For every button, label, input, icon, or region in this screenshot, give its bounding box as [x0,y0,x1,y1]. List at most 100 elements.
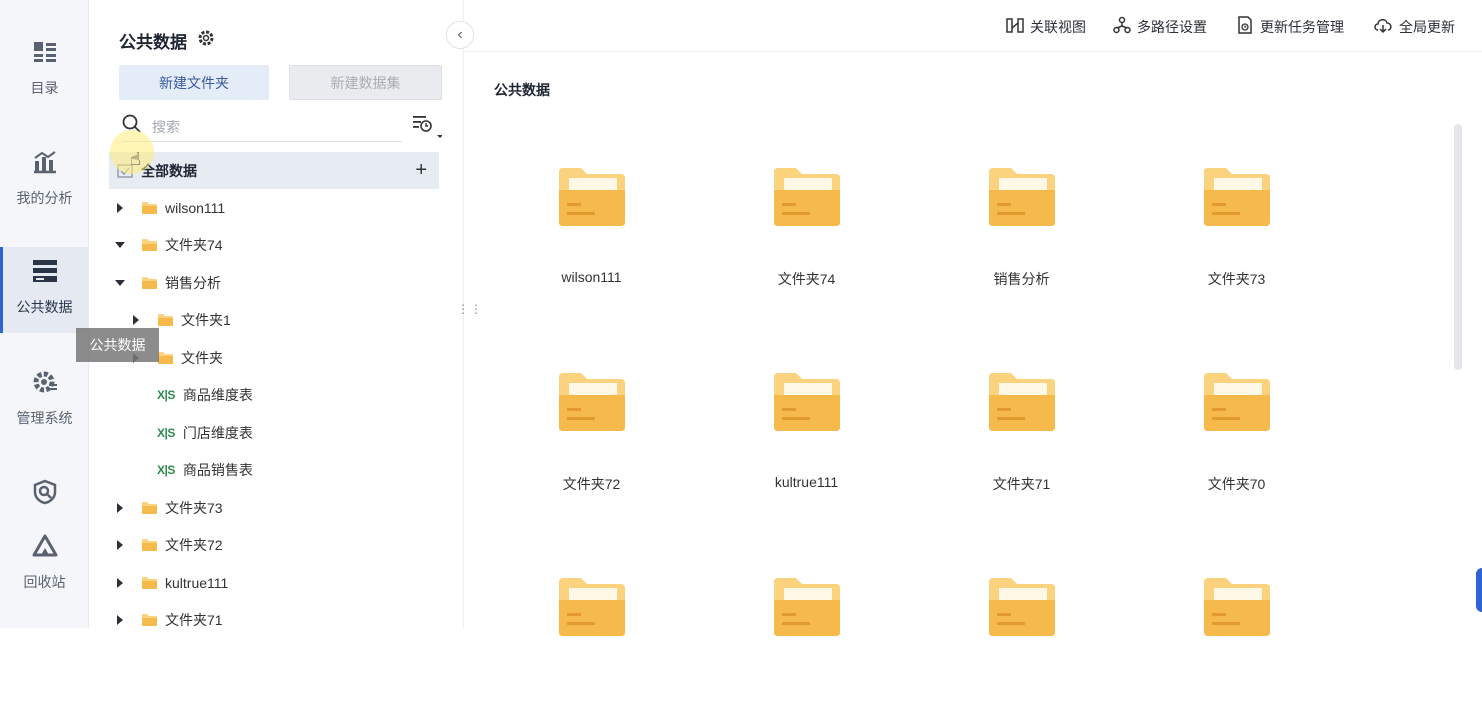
cloud-refresh-icon [1373,16,1393,37]
global-update-button[interactable]: 全局更新 [1373,16,1455,37]
filter-clock-icon [412,113,443,144]
tree-row[interactable]: 文件夹71 [109,602,439,640]
tree-row[interactable]: 文件夹72 [109,527,439,565]
caret-right-icon[interactable] [117,615,133,626]
tree-row-label: 商品维度表 [182,387,253,404]
new-dataset-button[interactable]: 新建数据集 [289,65,442,100]
rail-item-recycle[interactable]: 回收站 [0,532,89,618]
multipath-icon [1113,16,1131,37]
folder-icon [157,313,174,327]
global-update-label: 全局更新 [1399,18,1455,35]
folder-large-icon [1202,371,1272,438]
rail-label: 管理系统 [16,410,73,426]
folder-large-icon [1202,576,1272,643]
caret-down-icon[interactable] [115,242,133,249]
tree-row-label: 文件夹72 [165,537,223,554]
folder-large-icon [557,371,627,438]
folder-card-label: 文件夹70 [1207,476,1266,492]
drag-handle-icon[interactable]: ⋮⋮ [457,303,483,315]
recycle-icon [31,532,59,560]
rail-item-catalog[interactable]: 目录 [0,38,89,124]
folder-card-label: 文件夹73 [1207,271,1266,287]
rail-item-admin[interactable]: 管理系统 [0,368,89,454]
tree-row[interactable]: X|S 商品销售表 [109,452,439,490]
folder-card[interactable]: 文件夹73 [1129,166,1344,316]
folder-card[interactable]: 文件夹70 [1129,371,1344,521]
tree-row[interactable]: X|S 商品维度表 [109,377,439,415]
left-rail: 目录 我的分析 公共数据 管理系统 回收站 [0,0,89,628]
settings-gear-icon[interactable] [197,29,215,52]
filter-sort-button[interactable] [412,114,448,142]
folder-card[interactable] [914,576,1129,726]
new-folder-button[interactable]: 新建文件夹 [119,65,269,100]
caret-right-icon[interactable] [117,502,133,513]
task-doc-icon [1236,16,1254,37]
tree-root-all-data[interactable]: 全部数据 + [109,152,439,189]
folder-icon [141,238,158,252]
folder-icon [141,276,158,290]
floating-widget[interactable] [1476,568,1482,612]
relation-view-button[interactable]: 关联视图 [1006,16,1086,37]
folder-card-label: 文件夹74 [777,271,836,287]
folder-card[interactable] [484,576,699,726]
folder-card-label: 文件夹71 [992,476,1051,492]
folder-card-label: kultrue111 [774,474,839,490]
folder-icon [141,538,158,552]
tree-row[interactable]: X|S 门店维度表 [109,414,439,452]
rail-item-public-data[interactable]: 公共数据 [0,247,89,333]
public-data-icon [31,257,59,285]
tree-row[interactable]: 文件夹73 [109,489,439,527]
rail-label: 目录 [30,80,59,96]
analysis-icon [31,148,59,176]
data-tree-panel: 公共数据 新建文件夹 新建数据集 全部数据 + wilson111 文件夹74 销售… [89,0,464,628]
tree-row-label: wilson111 [165,199,226,216]
caret-right-icon[interactable] [117,577,133,588]
caret-right-icon[interactable] [133,315,149,326]
folder-large-icon [772,371,842,438]
folder-card[interactable]: 文件夹72 [484,371,699,521]
folder-card-label: wilson111 [561,269,622,285]
tree-row[interactable]: 文件夹74 [109,227,439,265]
multipath-settings-button[interactable]: 多路径设置 [1113,16,1207,37]
xls-table-icon: X|S [157,463,175,478]
tree-row-label: 门店维度表 [182,424,253,441]
folder-card[interactable]: kultrue111 [699,371,914,521]
folder-icon [141,613,158,627]
relation-view-label: 关联视图 [1030,18,1086,35]
folder-card[interactable]: 销售分析 [914,166,1129,316]
rail-label: 回收站 [23,574,66,590]
xls-table-icon: X|S [157,425,175,440]
tree-row-label: 文件夹74 [165,237,223,254]
folder-card[interactable]: 文件夹71 [914,371,1129,521]
folder-large-icon [772,166,842,233]
tree-row[interactable]: 销售分析 [109,264,439,302]
tree-row[interactable]: wilson111 [109,189,439,227]
folder-large-icon [987,576,1057,643]
relation-view-icon [1006,16,1024,37]
tree-row-label: 销售分析 [165,274,221,291]
folder-card[interactable] [1129,576,1344,726]
tree-row-label: 商品销售表 [182,462,253,479]
folder-large-icon [557,576,627,643]
add-icon[interactable]: + [415,159,427,182]
caret-down-icon[interactable] [115,279,133,286]
folder-card[interactable]: wilson111 [484,166,699,316]
folder-card[interactable] [699,576,914,726]
rail-item-my-analysis[interactable]: 我的分析 [0,148,89,234]
catalog-icon [31,38,59,66]
folder-large-icon [987,166,1057,233]
caret-right-icon[interactable] [117,540,133,551]
folder-card-label: 销售分析 [993,271,1050,287]
scrollbar[interactable] [1454,124,1462,370]
folder-icon [141,501,158,515]
caret-right-icon[interactable] [117,202,133,213]
xls-table-icon: X|S [157,388,175,403]
chevron-left-icon: ‹ [457,26,463,43]
update-task-management-button[interactable]: 更新任务管理 [1236,16,1344,37]
folder-icon [157,351,174,365]
search-input[interactable] [152,118,382,135]
tree-row[interactable]: kultrue111 [109,564,439,602]
multipath-settings-label: 多路径设置 [1137,18,1207,35]
main-title: 公共数据 [494,82,550,98]
folder-card[interactable]: 文件夹74 [699,166,914,316]
